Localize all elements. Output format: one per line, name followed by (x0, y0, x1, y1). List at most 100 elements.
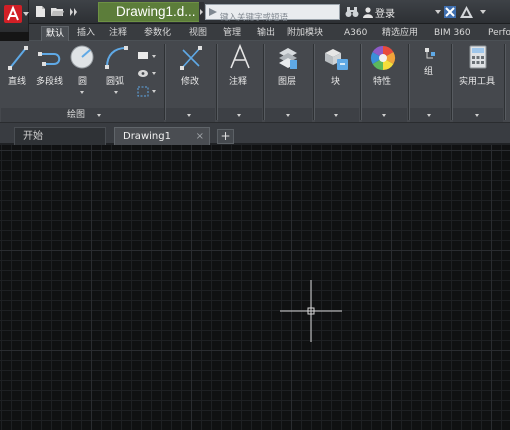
panel-divider (504, 44, 505, 120)
line-tool-icon[interactable] (8, 46, 28, 70)
tab-default[interactable]: 默认 (41, 26, 70, 41)
block-dropdown-icon[interactable] (334, 114, 338, 117)
login-dropdown-icon[interactable] (435, 10, 441, 14)
properties-footer[interactable] (362, 108, 407, 122)
draw-panel-footer[interactable]: 绘图 (1, 108, 164, 122)
polyline-tool-label[interactable]: 多段线 (36, 77, 63, 87)
chevron-down-icon (23, 12, 29, 16)
annotate-label[interactable]: 注释 (229, 77, 247, 87)
panel-divider (164, 44, 165, 120)
group-dropdown-icon[interactable] (427, 114, 431, 117)
panel-divider (216, 44, 217, 120)
region-dropdown-icon[interactable] (152, 90, 156, 93)
ribbon-tab-strip: 默认 插入 注释 参数化 视图 管理 输出 附加模块 A360 精选应用 BIM… (29, 24, 510, 41)
new-file-icon[interactable] (33, 4, 47, 19)
new-tab-button[interactable]: + (217, 129, 234, 144)
ribbon-panel: 直线 多段线 圆 圆弧 绘图 修改 注释 图层 块 特性 组 实用工具 (0, 41, 510, 123)
search-icon (209, 8, 217, 16)
tab-performance[interactable]: Perfo (488, 26, 510, 41)
file-tab-bar: 开始 Drawing1 × + (0, 123, 510, 145)
autocad-logo-icon (4, 5, 22, 23)
group-icon[interactable] (424, 47, 436, 61)
panel-divider (360, 44, 361, 120)
block-footer[interactable] (315, 108, 359, 122)
layers-footer[interactable] (265, 108, 312, 122)
tab-output[interactable]: 输出 (257, 26, 275, 41)
application-menu-button[interactable] (0, 0, 29, 32)
login-label: 登录 (375, 8, 395, 20)
group-footer[interactable] (410, 108, 450, 122)
panel-divider (451, 44, 452, 120)
arc-tool-icon[interactable] (104, 45, 128, 69)
utilities-dropdown-icon[interactable] (475, 114, 479, 117)
autodesk-dropdown-icon[interactable] (480, 10, 486, 14)
group-label[interactable]: 组 (424, 67, 433, 77)
block-icon[interactable] (321, 45, 349, 71)
layers-dropdown-icon[interactable] (286, 114, 290, 117)
tab-start-label: 开始 (23, 131, 43, 142)
rectangle-dropdown-icon[interactable] (152, 55, 156, 58)
annotate-footer[interactable] (218, 108, 262, 122)
region-tool-icon[interactable] (137, 86, 149, 97)
panel-divider (408, 44, 409, 120)
title-expand-button[interactable] (199, 2, 204, 22)
properties-dropdown-icon[interactable] (382, 114, 386, 117)
autodesk-icon[interactable] (460, 4, 473, 20)
line-tool-label[interactable]: 直线 (8, 77, 26, 87)
properties-label[interactable]: 特性 (373, 77, 391, 87)
document-title: Drawing1.d... (98, 2, 200, 22)
circle-tool-label[interactable]: 圆 (78, 77, 87, 87)
exchange-icon[interactable] (444, 4, 456, 20)
binoculars-icon[interactable] (345, 4, 359, 20)
tab-manage[interactable]: 管理 (223, 26, 241, 41)
layers-label[interactable]: 图层 (278, 77, 296, 87)
text-annotation-icon[interactable] (229, 44, 251, 70)
title-right-tools: 登录 (345, 4, 489, 20)
calculator-icon[interactable] (469, 45, 487, 69)
drawing-canvas[interactable] (0, 145, 510, 430)
color-wheel-icon[interactable] (370, 45, 396, 71)
close-icon[interactable]: × (196, 128, 204, 145)
tab-insert[interactable]: 插入 (77, 26, 95, 41)
polyline-tool-icon[interactable] (38, 48, 64, 68)
circle-tool-icon[interactable] (70, 45, 94, 69)
annotate-dropdown-icon[interactable] (237, 114, 241, 117)
arc-dropdown-icon[interactable] (114, 91, 118, 94)
search-field[interactable] (205, 4, 340, 25)
panel-divider (313, 44, 314, 120)
more-icon[interactable] (67, 4, 81, 19)
user-icon (363, 6, 373, 18)
block-label[interactable]: 块 (331, 77, 340, 87)
utilities-footer[interactable] (453, 108, 503, 122)
tab-drawing1-label: Drawing1 (123, 131, 171, 142)
title-bar: Drawing1.d... 登录 (0, 0, 510, 32)
circle-dropdown-icon[interactable] (80, 91, 84, 94)
hatch-dropdown-icon[interactable] (152, 72, 156, 75)
tab-a360[interactable]: A360 (344, 26, 367, 41)
tab-addins[interactable]: 附加模块 (287, 26, 323, 41)
modify-label[interactable]: 修改 (181, 77, 199, 87)
tab-parametric[interactable]: 参数化 (144, 26, 171, 41)
tab-bim360[interactable]: BIM 360 (434, 26, 471, 41)
modify-tool-icon[interactable] (180, 46, 202, 70)
login-button[interactable]: 登录 (363, 4, 395, 20)
search-input[interactable] (220, 11, 339, 25)
crosshair-cursor-icon (280, 280, 342, 342)
quick-access-toolbar (33, 4, 81, 20)
hatch-tool-icon[interactable] (137, 69, 149, 78)
draw-panel-label: 绘图 (67, 110, 86, 120)
utilities-label[interactable]: 实用工具 (459, 77, 495, 87)
open-folder-icon[interactable] (50, 4, 64, 19)
modify-footer[interactable] (166, 108, 215, 122)
rectangle-tool-icon[interactable] (137, 51, 149, 60)
tab-view[interactable]: 视图 (189, 26, 207, 41)
tab-annotate[interactable]: 注释 (109, 26, 127, 41)
modify-dropdown-icon[interactable] (187, 114, 191, 117)
panel-divider (263, 44, 264, 120)
tab-drawing1[interactable]: Drawing1 × (114, 127, 210, 145)
layers-icon[interactable] (277, 45, 299, 71)
tab-featured-apps[interactable]: 精选应用 (382, 26, 418, 41)
draw-panel-dropdown-icon[interactable] (97, 114, 101, 117)
tab-start[interactable]: 开始 (14, 127, 106, 145)
arc-tool-label[interactable]: 圆弧 (106, 77, 124, 87)
